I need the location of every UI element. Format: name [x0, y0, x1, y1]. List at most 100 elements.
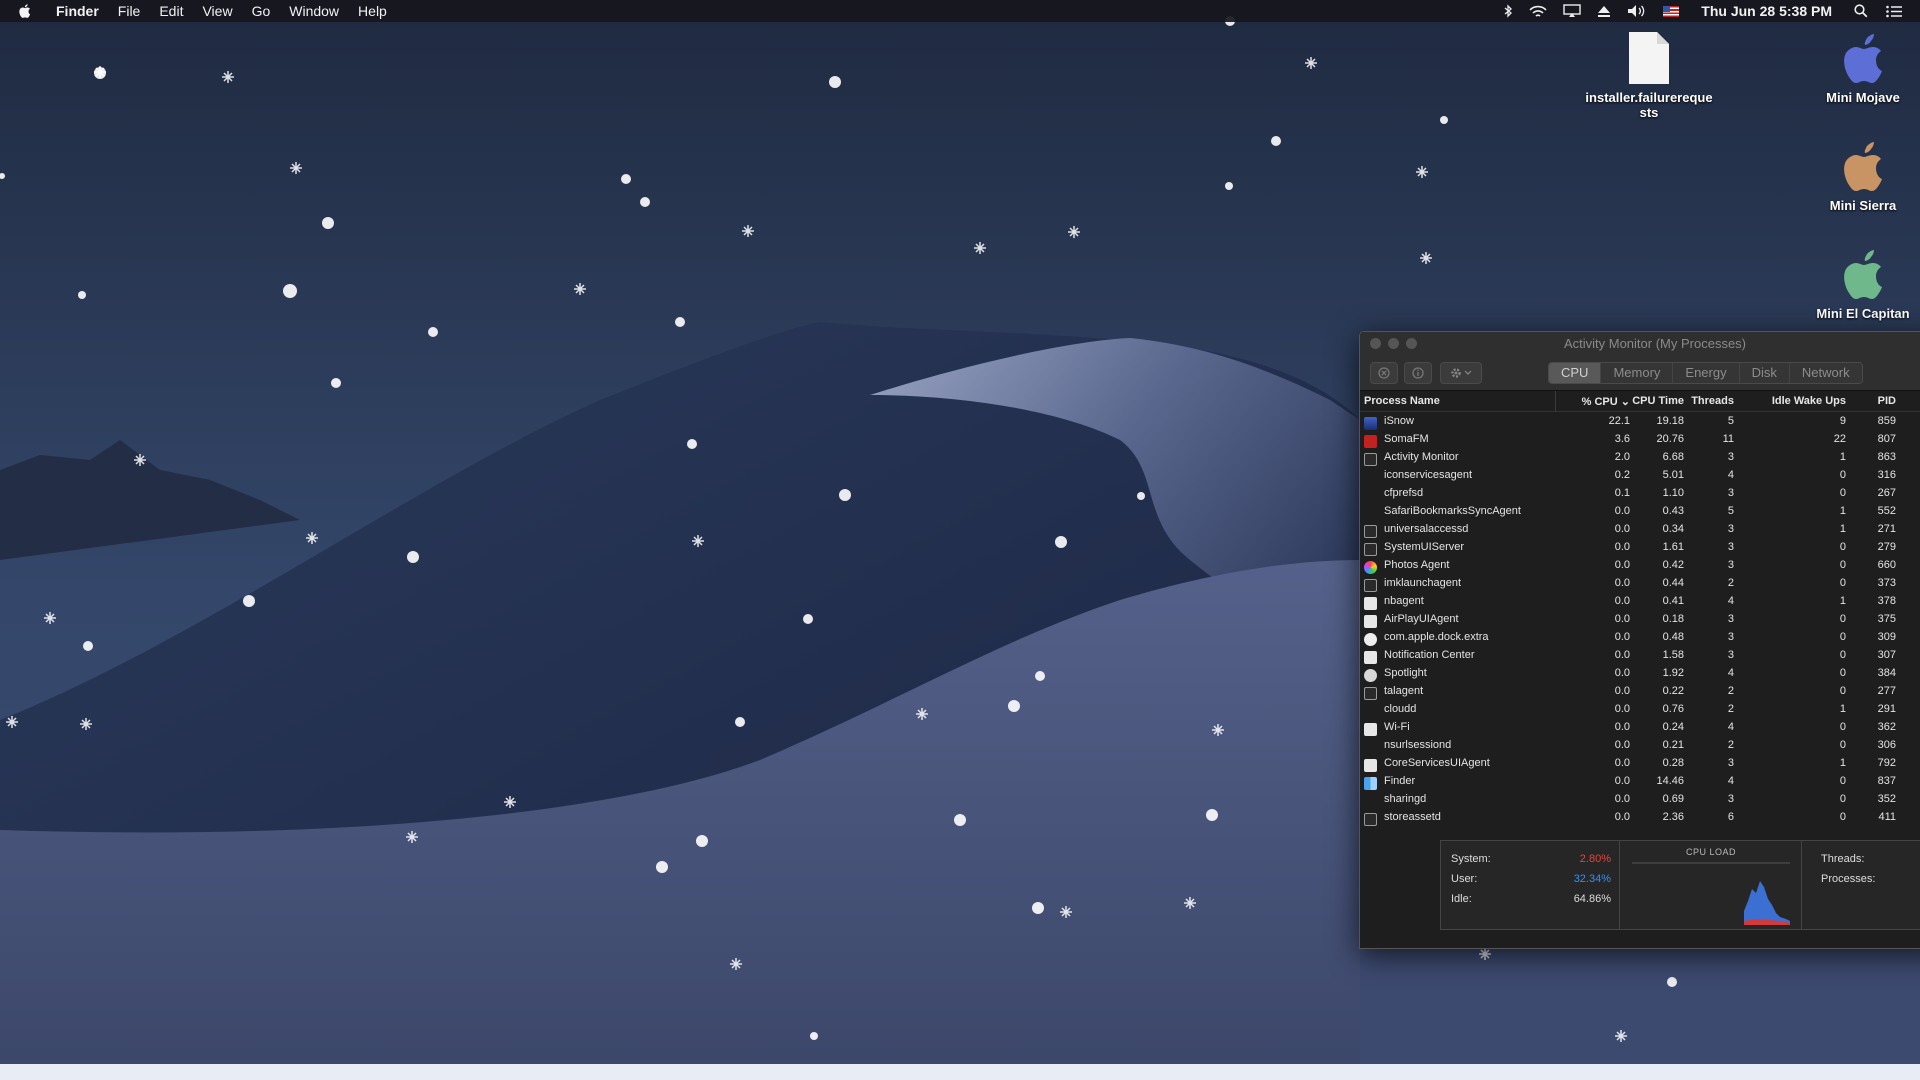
process-row[interactable]: iconservicesagent 0.2 5.01 4 0 316 [1360, 466, 1920, 484]
menu-app-name[interactable]: Finder [56, 0, 99, 22]
process-idle-wake-ups-cell: 0 [1839, 649, 1846, 661]
process-idle-wake-ups-cell: 0 [1839, 559, 1846, 571]
process-row[interactable]: com.apple.dock.extra 0.0 0.48 3 0 309 [1360, 628, 1920, 646]
process-cpu-time-cell: 0.43 [1662, 505, 1684, 517]
apple-menu-icon[interactable] [18, 3, 40, 19]
process-row[interactable]: talagent 0.0 0.22 2 0 277 [1360, 682, 1920, 700]
cpu-load-graph: CPU LOAD [1621, 841, 1802, 929]
process-pid-cell: 267 [1877, 487, 1896, 499]
process-row[interactable]: SafariBookmarksSyncAgent 0.0 0.43 5 1 552 [1360, 502, 1920, 520]
process-idle-wake-ups-cell: 9 [1839, 415, 1846, 427]
apple-logo-icon [1844, 34, 1882, 83]
column-header-process-name[interactable]: Process Name [1360, 391, 1556, 411]
process-cpu-time-cell: 6.68 [1662, 451, 1684, 463]
menu-window[interactable]: Window [289, 0, 339, 22]
process-cpu-cell: 0.0 [1614, 577, 1630, 589]
menu-go[interactable]: Go [252, 0, 271, 22]
gear-icon [1451, 368, 1472, 378]
process-row[interactable]: cfprefsd 0.1 1.10 3 0 267 [1360, 484, 1920, 502]
process-cpu-cell: 0.0 [1614, 685, 1630, 697]
process-row[interactable]: SomaFM 3.6 20.76 11 22 807 [1360, 430, 1920, 448]
notification-center-icon[interactable] [1886, 5, 1902, 18]
airplay-icon[interactable] [1563, 4, 1581, 18]
process-row[interactable]: Photos Agent 0.0 0.42 3 0 660 [1360, 556, 1920, 574]
process-row[interactable]: cloudd 0.0 0.76 2 1 291 [1360, 700, 1920, 718]
process-name: nbagent [1384, 595, 1424, 607]
process-name-cell: talagent [1360, 685, 1556, 700]
system-cpu-value: 2.80% [1579, 853, 1611, 865]
process-cpu-time-cell: 0.21 [1662, 739, 1684, 751]
menu-help[interactable]: Help [358, 0, 387, 22]
eject-icon[interactable] [1597, 5, 1611, 17]
input-source-flag-icon[interactable] [1663, 5, 1680, 17]
status-area: Thu Jun 28 5:38 PM [1487, 0, 1902, 22]
tab-memory[interactable]: Memory [1601, 363, 1674, 383]
process-name: imklaunchagent [1384, 577, 1462, 589]
process-cpu-time-cell: 0.48 [1662, 631, 1684, 643]
wifi-icon[interactable] [1529, 5, 1547, 18]
process-cpu-cell: 0.0 [1614, 721, 1630, 733]
tab-network[interactable]: Network [1789, 363, 1862, 383]
desktop-icon-mini-el-capitan[interactable]: Mini El Capitan [1798, 246, 1920, 321]
process-row[interactable]: AirPlayUIAgent 0.0 0.18 3 0 375 [1360, 610, 1920, 628]
column-header-threads[interactable]: Threads [1684, 395, 1734, 407]
tab-bar: CPU Memory Energy Disk Network [1548, 362, 1863, 384]
process-row[interactable]: SystemUIServer 0.0 1.61 3 0 279 [1360, 538, 1920, 556]
tab-disk[interactable]: Disk [1739, 363, 1790, 383]
menu-edit[interactable]: Edit [159, 0, 183, 22]
column-header-idle-wake-ups[interactable]: Idle Wake Ups [1734, 395, 1846, 407]
action-menu-button[interactable] [1440, 362, 1482, 384]
process-name-cell: cfprefsd [1360, 487, 1556, 499]
column-header-cpu[interactable]: % CPU ⌄ [1556, 395, 1630, 408]
bluetooth-icon[interactable] [1503, 4, 1513, 18]
process-row[interactable]: Wi-Fi 0.0 0.24 4 0 362 [1360, 718, 1920, 736]
process-row[interactable]: Finder 0.0 14.46 4 0 837 [1360, 772, 1920, 790]
user-cpu-label: User: [1451, 873, 1478, 885]
process-threads-cell: 3 [1727, 487, 1734, 499]
process-row[interactable]: nbagent 0.0 0.41 4 1 378 [1360, 592, 1920, 610]
user-cpu-stat: User: 32.34% [1451, 873, 1611, 891]
process-row[interactable]: iSnow 22.1 19.18 5 9 859 [1360, 412, 1920, 430]
process-name-cell: Wi-Fi [1360, 721, 1556, 736]
process-cpu-cell: 0.0 [1614, 775, 1630, 787]
process-row[interactable]: Notification Center 0.0 1.58 3 0 307 [1360, 646, 1920, 664]
column-header-cpu-time[interactable]: CPU Time [1630, 395, 1684, 407]
window-titlebar[interactable]: Activity Monitor (My Processes) [1360, 332, 1920, 354]
inspect-process-button[interactable] [1404, 362, 1432, 384]
process-idle-wake-ups-cell: 1 [1839, 505, 1846, 517]
menu-clock[interactable]: Thu Jun 28 5:38 PM [1701, 3, 1832, 19]
process-cpu-time-cell: 0.18 [1662, 613, 1684, 625]
process-row[interactable]: imklaunchagent 0.0 0.44 2 0 373 [1360, 574, 1920, 592]
desktop-icon-mini-sierra[interactable]: Mini Sierra [1798, 138, 1920, 213]
process-row[interactable]: sharingd 0.0 0.69 3 0 352 [1360, 790, 1920, 808]
process-idle-wake-ups-cell: 1 [1839, 451, 1846, 463]
spotlight-search-icon[interactable] [1854, 4, 1868, 18]
volume-icon[interactable] [1627, 4, 1647, 18]
column-header-pid[interactable]: PID [1846, 395, 1896, 407]
process-threads-cell: 6 [1727, 811, 1734, 823]
menu-file[interactable]: File [118, 0, 141, 22]
desktop-icon-label: Mini Sierra [1829, 198, 1897, 213]
cpu-summary-panel: System: 2.80% User: 32.34% Idle: 64.86% … [1440, 840, 1920, 930]
tab-energy[interactable]: Energy [1673, 363, 1740, 383]
menu-view[interactable]: View [202, 0, 232, 22]
process-row[interactable]: Activity Monitor 2.0 6.68 3 1 863 [1360, 448, 1920, 466]
process-name: Activity Monitor [1384, 451, 1459, 463]
process-pid-cell: 375 [1877, 613, 1896, 625]
process-row[interactable]: storeassetd 0.0 2.36 6 0 411 [1360, 808, 1920, 826]
process-cpu-time-cell: 2.36 [1662, 811, 1684, 823]
tab-cpu[interactable]: CPU [1549, 363, 1602, 383]
cpu-load-sparkline [1632, 862, 1790, 925]
process-idle-wake-ups-cell: 0 [1839, 685, 1846, 697]
process-cpu-time-cell: 19.18 [1656, 415, 1684, 427]
desktop-icon-mini-mojave[interactable]: Mini Mojave [1798, 30, 1920, 105]
process-row[interactable]: CoreServicesUIAgent 0.0 0.28 3 1 792 [1360, 754, 1920, 772]
desktop-icon-installer-failurerequests[interactable]: installer.failurerequests [1584, 30, 1714, 120]
stop-process-button[interactable] [1370, 362, 1398, 384]
process-row[interactable]: universalaccessd 0.0 0.34 3 1 271 [1360, 520, 1920, 538]
process-row[interactable]: Spotlight 0.0 1.92 4 0 384 [1360, 664, 1920, 682]
process-name: storeassetd [1384, 811, 1441, 823]
apple-logo-icon [1844, 250, 1882, 299]
process-cpu-cell: 0.0 [1614, 703, 1630, 715]
process-row[interactable]: nsurlsessiond 0.0 0.21 2 0 306 [1360, 736, 1920, 754]
